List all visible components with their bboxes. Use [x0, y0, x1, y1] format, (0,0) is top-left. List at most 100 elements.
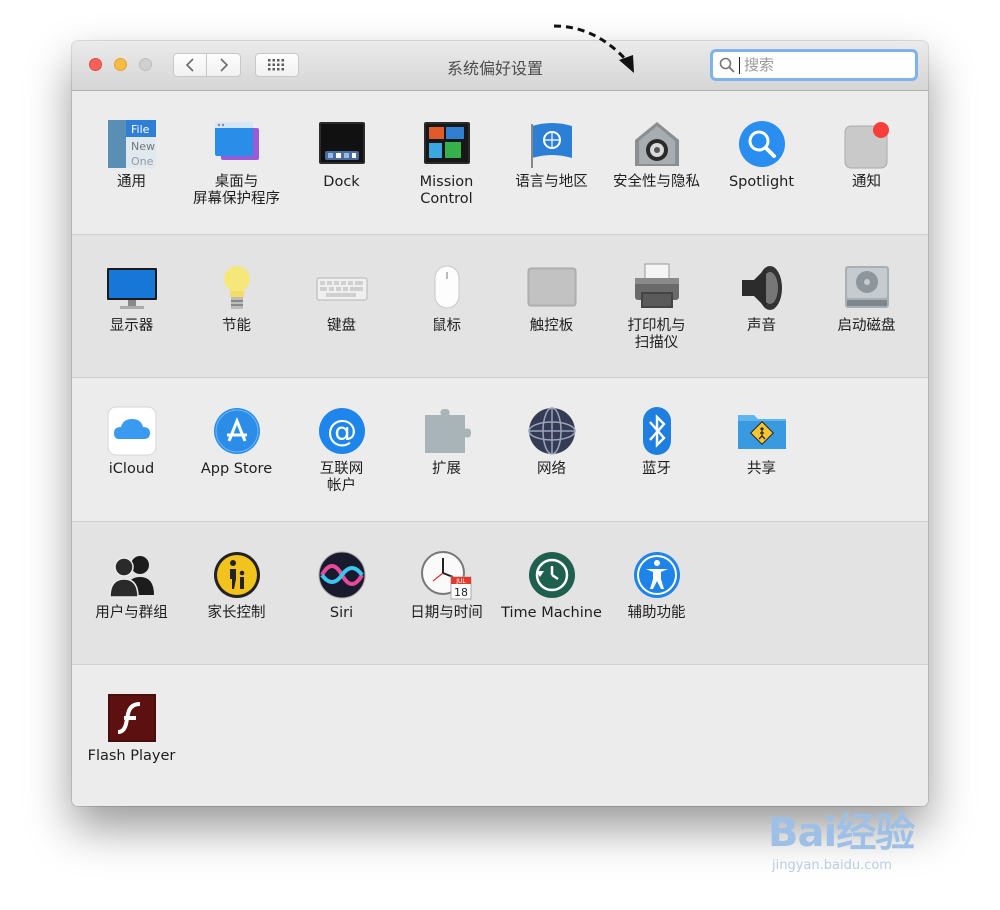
pane-label: 键盘	[327, 318, 356, 334]
search-field[interactable]	[710, 49, 918, 81]
pane-label: 日期与时间	[410, 605, 483, 621]
show-all-button[interactable]	[255, 53, 299, 77]
pane-row-1: File New One 通用 桌面与 屏幕保护程序 Dock Mission Contro…	[72, 91, 928, 235]
forward-button[interactable]	[207, 53, 241, 77]
text-cursor	[739, 56, 740, 74]
trackpad-icon	[526, 262, 578, 314]
pane-extensions[interactable]: 扩展	[394, 405, 499, 478]
icloud-icon	[106, 405, 158, 457]
svg-text:JUL: JUL	[455, 578, 466, 585]
pane-siri[interactable]: Siri	[289, 549, 394, 622]
pane-date-time[interactable]: JUL 18 日期与时间	[394, 549, 499, 622]
pane-time-machine[interactable]: Time Machine	[499, 549, 604, 622]
back-button[interactable]	[173, 53, 207, 77]
pane-label: App Store	[200, 461, 273, 477]
pane-bluetooth[interactable]: 蓝牙	[604, 405, 709, 478]
pane-label: 通用	[117, 174, 146, 190]
pane-label: 通知	[852, 174, 881, 190]
spotlight-icon	[736, 118, 788, 170]
pane-label: 节能	[222, 318, 251, 334]
internet-accounts-icon: @	[316, 405, 368, 457]
sound-icon	[736, 262, 788, 314]
security-privacy-icon	[631, 118, 683, 170]
pane-mission-control[interactable]: Mission Control	[394, 118, 499, 208]
pane-security-privacy[interactable]: 安全性与隐私	[604, 118, 709, 191]
pane-parental-controls[interactable]: 家长控制	[184, 549, 289, 622]
pane-network[interactable]: 网络	[499, 405, 604, 478]
pane-printers-scanners[interactable]: 打印机与 扫描仪	[604, 262, 709, 352]
svg-text:File: File	[131, 123, 150, 136]
baidu-watermark: Bai经验 jingyan.baidu.com	[768, 810, 915, 873]
energy-saver-icon	[211, 262, 263, 314]
dock-icon	[316, 118, 368, 170]
pane-internet-accounts[interactable]: @ 互联网 帐户	[289, 405, 394, 495]
pane-app-store[interactable]: App Store	[184, 405, 289, 478]
pane-label: Mission Control	[419, 174, 474, 207]
pane-flash-player[interactable]: Flash Player	[79, 692, 184, 765]
pane-label: 用户与群组	[95, 605, 168, 621]
pane-mouse[interactable]: 鼠标	[394, 262, 499, 335]
pane-label: Spotlight	[728, 174, 795, 190]
pane-displays[interactable]: 显示器	[79, 262, 184, 335]
general-icon: File New One	[106, 118, 158, 170]
pane-startup-disk[interactable]: 启动磁盘	[814, 262, 919, 335]
pane-notifications[interactable]: 通知	[814, 118, 919, 191]
pane-spotlight[interactable]: Spotlight	[709, 118, 814, 191]
sharing-icon	[736, 405, 788, 457]
grid-icon	[268, 59, 284, 71]
pane-energy-saver[interactable]: 节能	[184, 262, 289, 335]
pane-trackpad[interactable]: 触控板	[499, 262, 604, 335]
pane-label: 语言与地区	[515, 174, 588, 190]
pane-label: 桌面与 屏幕保护程序	[193, 174, 280, 207]
pane-label: Siri	[329, 605, 354, 621]
search-input[interactable]	[744, 56, 904, 74]
chevron-right-icon	[219, 58, 228, 72]
pane-icloud[interactable]: iCloud	[79, 405, 184, 478]
pane-label: 蓝牙	[642, 461, 671, 477]
svg-text:18: 18	[454, 586, 468, 599]
siri-icon	[316, 549, 368, 601]
pane-label: 辅助功能	[627, 605, 686, 621]
pane-row-3: iCloud App Store @ 互联网 帐户 扩展 网络 蓝牙 共享	[72, 378, 928, 522]
pane-accessibility[interactable]: 辅助功能	[604, 549, 709, 622]
pane-row-4: 用户与群组 家长控制 Siri JUL 18 日期与时间 Time Machine 辅助功能	[72, 522, 928, 665]
pane-label: 网络	[537, 461, 566, 477]
pane-label: 安全性与隐私	[613, 174, 700, 190]
zoom-button[interactable]	[139, 58, 152, 71]
pane-language-region[interactable]: 语言与地区	[499, 118, 604, 191]
pane-sharing[interactable]: 共享	[709, 405, 814, 478]
network-icon	[526, 405, 578, 457]
pane-label: Flash Player	[87, 748, 176, 764]
pane-keyboard[interactable]: 键盘	[289, 262, 394, 335]
displays-icon	[106, 262, 158, 314]
pane-label: 扩展	[432, 461, 461, 477]
pane-label: iCloud	[108, 461, 155, 477]
flash-player-icon	[106, 692, 158, 744]
minimize-button[interactable]	[114, 58, 127, 71]
mouse-icon	[421, 262, 473, 314]
pane-general[interactable]: File New One 通用	[79, 118, 184, 191]
keyboard-icon	[316, 262, 368, 314]
svg-text:One: One	[131, 155, 154, 168]
language-region-icon	[526, 118, 578, 170]
users-groups-icon	[106, 549, 158, 601]
pane-dock[interactable]: Dock	[289, 118, 394, 191]
pane-label: Time Machine	[501, 605, 602, 621]
pane-users-groups[interactable]: 用户与群组	[79, 549, 184, 622]
pane-label: 声音	[747, 318, 776, 334]
close-button[interactable]	[89, 58, 102, 71]
desktop-screensaver-icon	[211, 118, 263, 170]
notifications-icon	[841, 118, 893, 170]
pane-label: 共享	[747, 461, 776, 477]
pane-label: 互联网 帐户	[319, 461, 364, 494]
system-preferences-window: 系统偏好设置 FileNewOne通用桌面与 屏幕保护程序DockMission…	[72, 41, 928, 806]
bluetooth-icon	[631, 405, 683, 457]
app-store-icon	[211, 405, 263, 457]
pane-sound[interactable]: 声音	[709, 262, 814, 335]
extensions-icon	[421, 405, 473, 457]
pane-label: 触控板	[529, 318, 574, 334]
pane-desktop-screensaver[interactable]: 桌面与 屏幕保护程序	[184, 118, 289, 208]
pane-label: 启动磁盘	[837, 318, 896, 334]
annotation-arrow-icon	[553, 24, 634, 73]
chevron-left-icon	[185, 58, 194, 72]
